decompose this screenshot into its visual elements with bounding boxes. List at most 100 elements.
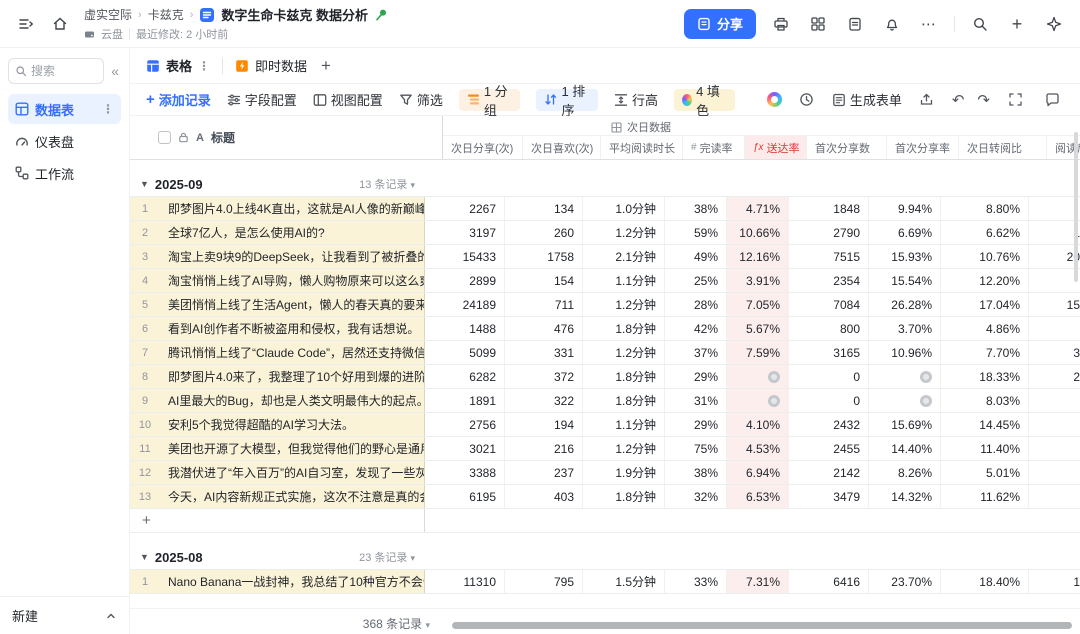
- data-cell[interactable]: 3021: [425, 437, 505, 460]
- share-button[interactable]: 分享: [684, 9, 756, 39]
- data-cell[interactable]: [869, 389, 941, 412]
- data-cell[interactable]: 7.70%: [941, 341, 1029, 364]
- data-cell[interactable]: 3388: [425, 461, 505, 484]
- home-icon[interactable]: [48, 12, 72, 36]
- data-cell[interactable]: 2432: [789, 413, 869, 436]
- filter-button[interactable]: 筛选: [399, 90, 443, 109]
- data-cell[interactable]: 12.16%: [727, 245, 789, 268]
- sort-chip[interactable]: 1 排序: [536, 89, 598, 111]
- title-cell[interactable]: 淘宝悄悄上线了AI导购，懒人购物原来可以这么爽。: [160, 269, 425, 292]
- view-config-button[interactable]: 视图配置: [313, 90, 383, 109]
- data-cell[interactable]: 7515: [789, 245, 869, 268]
- undo-icon[interactable]: ↶: [952, 91, 965, 109]
- data-cell[interactable]: 2354: [789, 269, 869, 292]
- data-cell[interactable]: 2899: [425, 269, 505, 292]
- column-header[interactable]: #完读率: [683, 136, 745, 159]
- data-cell[interactable]: 14.45%: [941, 413, 1029, 436]
- title-cell[interactable]: 美团也开源了大模型，但我觉得他们的野心是通用...: [160, 437, 425, 460]
- title-column-header[interactable]: A 标题: [148, 116, 443, 159]
- row-number[interactable]: 11: [130, 437, 160, 460]
- history-icon[interactable]: [795, 88, 819, 112]
- title-cell[interactable]: 即梦图片4.0上线4K直出，这就是AI人像的新巅峰。: [160, 197, 425, 220]
- sidebar-toggle-icon[interactable]: [14, 12, 38, 36]
- data-cell[interactable]: 10.96%: [869, 341, 941, 364]
- data-cell[interactable]: [1029, 461, 1080, 484]
- data-cell[interactable]: [1029, 317, 1080, 340]
- title-cell[interactable]: 看到AI创作者不断被盗用和侵权，我有话想说。: [160, 317, 425, 340]
- title-cell[interactable]: 全球7亿人，是怎么使用AI的?: [160, 221, 425, 244]
- comment-icon[interactable]: [1040, 88, 1064, 112]
- data-cell[interactable]: [1029, 413, 1080, 436]
- column-header[interactable]: 次日喜欢(次): [523, 136, 601, 159]
- data-cell[interactable]: 38%: [665, 197, 727, 220]
- data-cell[interactable]: 2.1分钟: [583, 245, 665, 268]
- data-cell[interactable]: 1.1分钟: [583, 269, 665, 292]
- data-cell[interactable]: 1488: [425, 317, 505, 340]
- data-cell[interactable]: 6416: [789, 570, 869, 593]
- data-cell[interactable]: 11.40%: [941, 437, 1029, 460]
- data-cell[interactable]: 2267: [425, 197, 505, 220]
- sidebar-item-datatables[interactable]: 数据表 ⋮: [8, 94, 121, 124]
- data-cell[interactable]: 1891: [425, 389, 505, 412]
- group-header[interactable]: ▼2025-0823 条记录 ▾: [130, 545, 1080, 570]
- data-cell[interactable]: 3479: [789, 485, 869, 508]
- group-record-count[interactable]: 23 条记录 ▾: [359, 549, 415, 565]
- data-cell[interactable]: 1.8分钟: [583, 389, 665, 412]
- title-cell[interactable]: 安利5个我觉得超酷的AI学习大法。: [160, 413, 425, 436]
- data-cell[interactable]: 1.9分钟: [583, 461, 665, 484]
- fill-color-chip[interactable]: 4 填色: [674, 89, 735, 111]
- row-number[interactable]: 1: [130, 197, 160, 220]
- data-cell[interactable]: 260: [505, 221, 583, 244]
- row-number[interactable]: 3: [130, 245, 160, 268]
- data-cell[interactable]: 25%: [665, 269, 727, 292]
- data-cell[interactable]: 2790: [789, 221, 869, 244]
- data-cell[interactable]: 24189: [425, 293, 505, 316]
- chevron-up-icon[interactable]: [105, 610, 117, 622]
- row-number[interactable]: 10: [130, 413, 160, 436]
- data-cell[interactable]: 29%: [665, 413, 727, 436]
- data-cell[interactable]: 2142: [789, 461, 869, 484]
- data-cell[interactable]: 15.93%: [869, 245, 941, 268]
- data-cell[interactable]: 7.05%: [727, 293, 789, 316]
- data-cell[interactable]: [1029, 485, 1080, 508]
- data-cell[interactable]: 194: [505, 413, 583, 436]
- row-number[interactable]: 9: [130, 389, 160, 412]
- data-cell[interactable]: 154: [505, 269, 583, 292]
- data-cell[interactable]: 11.62%: [941, 485, 1029, 508]
- data-cell[interactable]: 5099: [425, 341, 505, 364]
- group-record-count[interactable]: 13 条记录 ▾: [359, 176, 415, 192]
- add-view-icon[interactable]: +: [321, 56, 331, 76]
- data-cell[interactable]: 15.54%: [869, 269, 941, 292]
- ai-sparkle-icon[interactable]: [1042, 12, 1066, 36]
- print-icon[interactable]: [769, 12, 793, 36]
- row-number[interactable]: 4: [130, 269, 160, 292]
- data-cell[interactable]: 59%: [665, 221, 727, 244]
- data-cell[interactable]: 1.2分钟: [583, 341, 665, 364]
- data-cell[interactable]: 9.94%: [869, 197, 941, 220]
- row-number[interactable]: 6: [130, 317, 160, 340]
- data-cell[interactable]: 372: [505, 365, 583, 388]
- data-cell[interactable]: 29%: [665, 365, 727, 388]
- data-cell[interactable]: 18.33%: [941, 365, 1029, 388]
- group-chip[interactable]: 1 分组: [459, 89, 521, 111]
- data-cell[interactable]: 8.26%: [869, 461, 941, 484]
- data-cell[interactable]: 28%: [665, 293, 727, 316]
- add-icon[interactable]: +: [1005, 12, 1029, 36]
- data-cell[interactable]: 8.03%: [941, 389, 1029, 412]
- data-cell[interactable]: 31%: [665, 389, 727, 412]
- data-cell[interactable]: 331: [505, 341, 583, 364]
- column-header[interactable]: 次日转阅比: [959, 136, 1047, 159]
- data-cell[interactable]: 32%: [665, 485, 727, 508]
- row-number[interactable]: 2: [130, 221, 160, 244]
- data-cell[interactable]: 795: [505, 570, 583, 593]
- vertical-scrollbar[interactable]: [1074, 132, 1078, 282]
- redo-icon[interactable]: ↷: [977, 91, 990, 109]
- title-cell[interactable]: Nano Banana一战封神，我总结了10种官方不会告...: [160, 570, 425, 593]
- data-cell[interactable]: [869, 365, 941, 388]
- data-cell[interactable]: 1.2分钟: [583, 221, 665, 244]
- data-cell[interactable]: 1.0分钟: [583, 197, 665, 220]
- data-cell[interactable]: 134: [505, 197, 583, 220]
- data-cell[interactable]: 0: [789, 365, 869, 388]
- data-cell[interactable]: [1029, 389, 1080, 412]
- more-icon[interactable]: ⋯: [917, 12, 941, 36]
